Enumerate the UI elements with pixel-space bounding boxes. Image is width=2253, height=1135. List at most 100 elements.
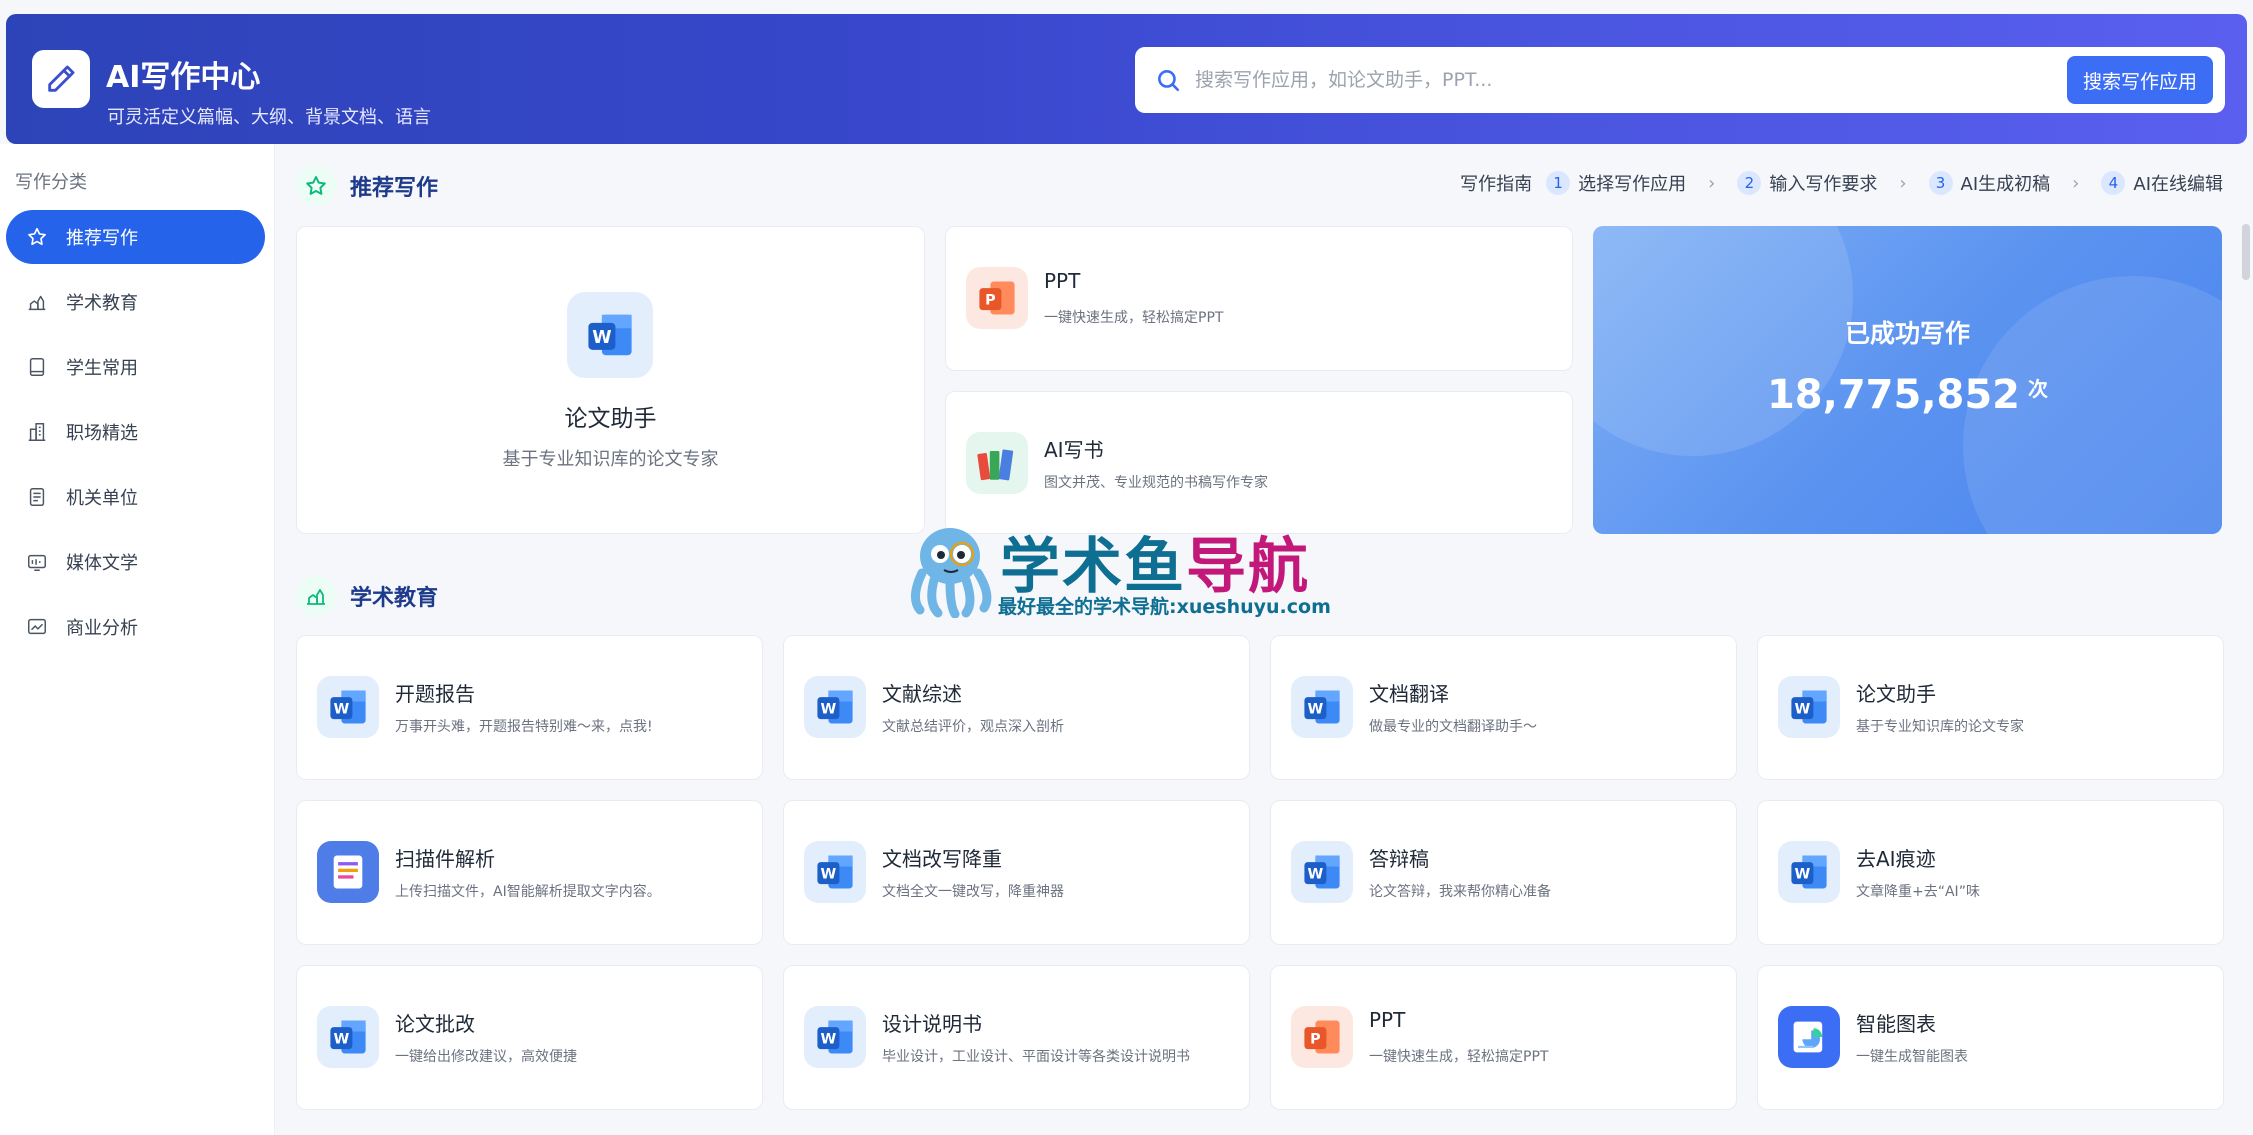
card-title: 论文助手 [564, 406, 657, 432]
card-ppt[interactable]: P PPT 一键快速生成，轻松搞定PPT [945, 226, 1573, 371]
scan-icon [317, 841, 379, 903]
card-description: 文献总结评价，观点深入剖析 [882, 719, 1064, 735]
card-title: 文档翻译 [1369, 682, 1449, 706]
sidebar-item-label: 学术教育 [66, 293, 138, 314]
building-icon [24, 419, 50, 445]
sidebar-item-business[interactable]: 商业分析 [6, 600, 265, 654]
scrollbar[interactable] [2242, 224, 2250, 280]
card-description: 一键生成智能图表 [1856, 1049, 1968, 1065]
sidebar-item-government[interactable]: 机关单位 [6, 470, 265, 524]
stat-unit: 次 [2028, 377, 2049, 401]
card-title: 设计说明书 [882, 1012, 982, 1036]
search-button[interactable]: 搜索写作应用 [2067, 56, 2213, 104]
app-title: AI写作中心 [106, 60, 261, 95]
octopus-logo [911, 528, 992, 618]
chevron-right-icon: › [1708, 172, 1716, 194]
card-title: AI写书 [1044, 438, 1104, 462]
card-title: 智能图表 [1856, 1012, 1936, 1036]
sidebar-item-label: 推荐写作 [66, 228, 138, 249]
word-icon: W [317, 1006, 379, 1068]
sidebar-item-student[interactable]: 学生常用 [6, 340, 265, 394]
card-description: 一键给出修改建议，高效便捷 [395, 1049, 577, 1065]
svg-text:W: W [334, 702, 350, 718]
svg-text:P: P [1310, 1032, 1320, 1048]
sidebar-item-media[interactable]: 媒体文学 [6, 535, 265, 589]
card-title: 文档改写降重 [882, 847, 1002, 871]
header-banner: AI写作中心 可灵活定义篇幅、大纲、背景文档、语言 搜索写作应用 [6, 14, 2247, 144]
sidebar-item-recommend[interactable]: 推荐写作 [6, 210, 265, 264]
app-card[interactable]: W 文档翻译做最专业的文档翻译助手～ [1270, 635, 1737, 780]
sidebar-heading: 写作分类 [15, 172, 87, 193]
academic-icon [296, 576, 336, 616]
word-icon: W [1778, 841, 1840, 903]
sidebar-item-label: 职场精选 [66, 423, 138, 444]
card-title: PPT [1369, 1008, 1406, 1032]
card-description: 基于专业知识库的论文专家 [502, 449, 719, 470]
app-card[interactable]: 扫描件解析 上传扫描文件，AI智能解析提取文字内容。 [296, 800, 763, 945]
app-card[interactable]: 智能图表一键生成智能图表 [1757, 965, 2224, 1110]
step-number: 1 [1546, 171, 1571, 195]
card-ai-book[interactable]: AI写书 图文并茂、专业规范的书稿写作专家 [945, 391, 1573, 534]
app-card[interactable]: W 答辩稿论文答辩，我来帮你精心准备 [1270, 800, 1737, 945]
card-description: 基于专业知识库的论文专家 [1856, 719, 2024, 735]
card-description: 毕业设计，工业设计、平面设计等各类设计说明书 [882, 1049, 1190, 1065]
step-label: 选择写作应用 [1578, 174, 1687, 195]
ppt-icon: P [1291, 1006, 1353, 1068]
word-icon: W [1778, 676, 1840, 738]
svg-text:P: P [985, 293, 995, 309]
svg-text:W: W [334, 1032, 350, 1048]
card-title: 文献综述 [882, 682, 962, 706]
word-icon: W [804, 841, 866, 903]
sidebar-item-label: 媒体文学 [66, 553, 138, 574]
watermark-subtitle: 最好最全的学术导航:xueshuyu.com [998, 596, 1331, 618]
card-title: 论文助手 [1856, 682, 1936, 706]
svg-text:W: W [1795, 867, 1811, 883]
word-icon: W [1291, 676, 1353, 738]
svg-text:W: W [1308, 867, 1324, 883]
app-card[interactable]: P PPT 一键快速生成，轻松搞定PPT [1270, 965, 1737, 1110]
app-card[interactable]: W 论文批改一键给出修改建议，高效便捷 [296, 965, 763, 1110]
search-icon [1158, 70, 1180, 92]
step-label: AI在线编辑 [2133, 174, 2223, 195]
card-description: 论文答辩，我来帮你精心准备 [1369, 884, 1551, 900]
media-icon [24, 549, 50, 575]
document-icon [24, 484, 50, 510]
writing-count-card: 已成功写作 18,775,852 次 [1593, 226, 2222, 534]
chart-icon [24, 614, 50, 640]
card-title: 论文批改 [395, 1012, 475, 1036]
star-icon [24, 224, 50, 250]
card-description: 文档全文一键改写，降重神器 [882, 884, 1064, 900]
app-card[interactable]: W 设计说明书毕业设计，工业设计、平面设计等各类设计说明书 [783, 965, 1250, 1110]
word-icon: W [317, 676, 379, 738]
word-icon: W [804, 676, 866, 738]
app-card[interactable]: W 文档改写降重文档全文一键改写，降重神器 [783, 800, 1250, 945]
card-description: 上传扫描文件，AI智能解析提取文字内容。 [395, 884, 661, 900]
stat-value: 18,775,852 [1766, 372, 2021, 418]
featured-card-thesis[interactable]: W 论文助手 基于专业知识库的论文专家 [296, 226, 925, 534]
app-card[interactable]: W 论文助手基于专业知识库的论文专家 [1757, 635, 2224, 780]
sidebar-item-workplace[interactable]: 职场精选 [6, 405, 265, 459]
app-card[interactable]: W 去AI痕迹 文章降重+去“AI”味 [1757, 800, 2224, 945]
card-description: 文章降重+去“AI”味 [1856, 884, 1980, 900]
pencil-icon [32, 50, 90, 108]
card-description: 做最专业的文档翻译助手～ [1369, 719, 1537, 735]
word-icon: W [804, 1006, 866, 1068]
app-card[interactable]: W 开题报告 万事开头难，开题报告特别难～来，点我! [296, 635, 763, 780]
svg-text:W: W [1308, 702, 1324, 718]
card-title: PPT [1044, 269, 1081, 293]
svg-text:W: W [1795, 702, 1811, 718]
step-label: AI生成初稿 [1960, 174, 2051, 195]
step-number: 3 [1928, 171, 1953, 195]
card-description: 一键快速生成，轻松搞定PPT [1369, 1049, 1549, 1065]
star-icon [296, 166, 336, 206]
stat-value-wrap: 18,775,852 次 [1593, 372, 2222, 418]
card-title: 答辩稿 [1369, 847, 1429, 871]
guide-label: 写作指南 [1460, 174, 1533, 195]
sidebar-item-academic[interactable]: 学术教育 [6, 275, 265, 329]
svg-text:W: W [592, 328, 611, 348]
search-input[interactable] [1195, 59, 1995, 101]
app-card[interactable]: W 文献综述文献总结评价，观点深入剖析 [783, 635, 1250, 780]
card-title: 开题报告 [395, 682, 475, 706]
search-bar: 搜索写作应用 [1135, 47, 2225, 113]
card-description: 图文并茂、专业规范的书稿写作专家 [1044, 475, 1268, 491]
